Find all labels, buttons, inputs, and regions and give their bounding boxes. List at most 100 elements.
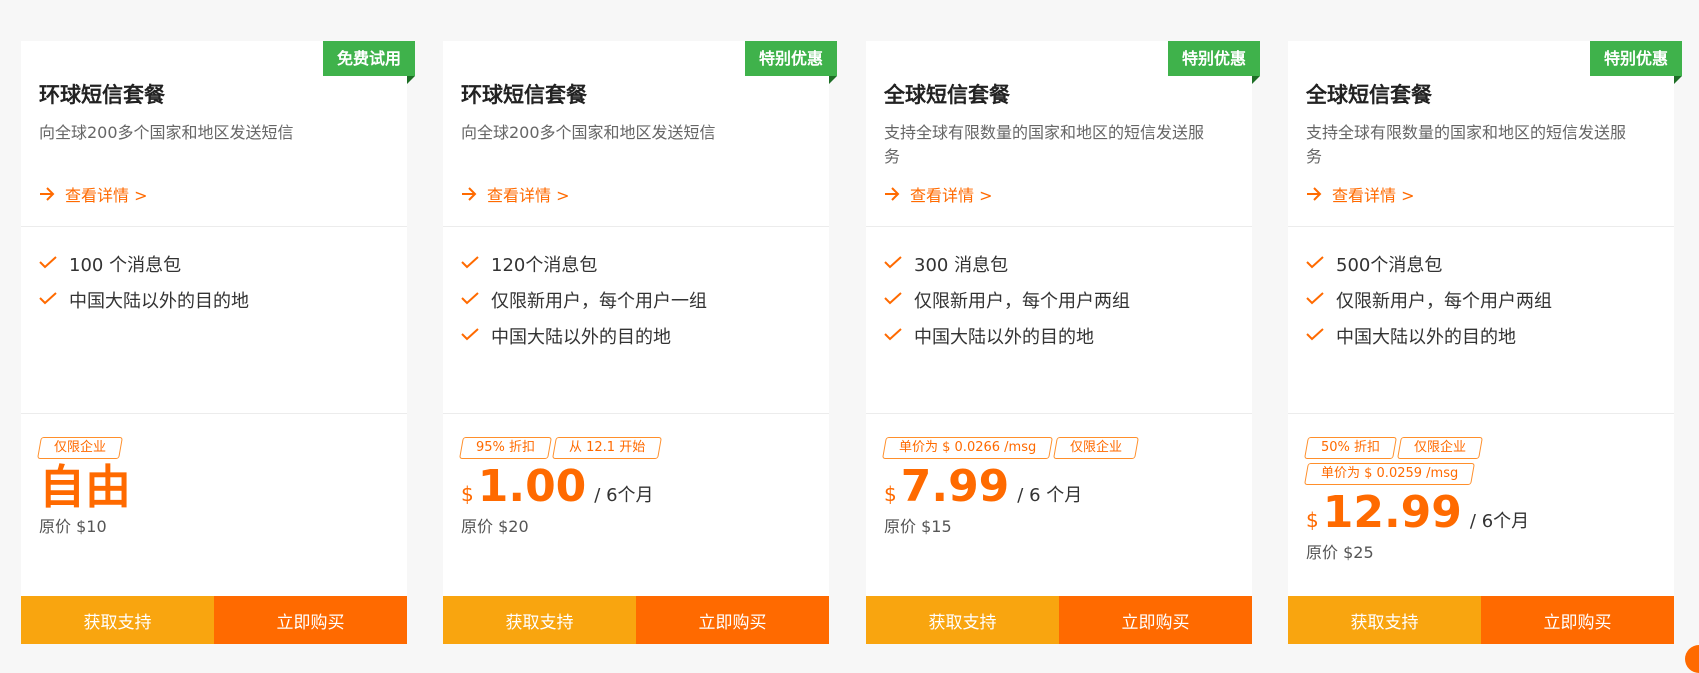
checkmark-icon bbox=[461, 254, 491, 275]
action-buttons: 获取支持 立即购买 bbox=[1288, 596, 1674, 644]
feature-item: 中国大陆以外的目的地 bbox=[461, 318, 707, 354]
feature-item: 100 个消息包 bbox=[39, 246, 249, 282]
price-period: / 6个月 bbox=[594, 485, 654, 506]
checkmark-icon bbox=[461, 290, 491, 311]
promo-ribbon: 特别优惠 bbox=[744, 41, 838, 84]
tag-badge: 单价为 $ 0.0259 /msg bbox=[1304, 463, 1476, 485]
floating-action-button[interactable] bbox=[1685, 645, 1699, 673]
feature-text: 仅限新用户，每个用户一组 bbox=[491, 291, 707, 312]
feature-text: 仅限新用户，每个用户两组 bbox=[914, 291, 1130, 312]
buy-now-button[interactable]: 立即购买 bbox=[214, 596, 407, 644]
price-currency: $ bbox=[884, 482, 897, 506]
tag-badge: 仅限企业 bbox=[1053, 437, 1140, 459]
plan-description: 支持全球有限数量的国家和地区的短信发送服务 bbox=[884, 123, 1205, 166]
divider bbox=[21, 226, 407, 227]
price-area: 仅限企业 自由 原价 $10 bbox=[37, 437, 397, 537]
action-buttons: 获取支持 立即购买 bbox=[21, 596, 407, 644]
plan-title: 环球短信套餐 bbox=[461, 83, 587, 107]
view-details-label: 查看详情 > bbox=[910, 186, 993, 205]
checkmark-icon bbox=[1306, 290, 1336, 311]
tag-badge: 从 12.1 开始 bbox=[552, 437, 663, 459]
feature-text: 300 消息包 bbox=[914, 255, 1009, 276]
view-details-label: 查看详情 > bbox=[487, 186, 570, 205]
price-area: 50% 折扣 仅限企业 单价为 $ 0.0259 /msg $ 12.99 / … bbox=[1304, 437, 1664, 563]
feature-list: 300 消息包 仅限新用户，每个用户两组 中国大陆以外的目的地 bbox=[884, 246, 1130, 354]
divider bbox=[866, 413, 1252, 414]
feature-item: 仅限新用户，每个用户两组 bbox=[1306, 282, 1552, 318]
feature-text: 100 个消息包 bbox=[69, 255, 182, 276]
feature-item: 500个消息包 bbox=[1306, 246, 1552, 282]
price-currency: $ bbox=[1306, 508, 1319, 532]
get-support-button[interactable]: 获取支持 bbox=[443, 596, 636, 644]
divider bbox=[443, 226, 829, 227]
price-area: 单价为 $ 0.0266 /msg 仅限企业 $ 7.99 / 6 个月 原价 … bbox=[882, 437, 1242, 537]
view-details-link[interactable]: 查看详情 > bbox=[39, 182, 148, 206]
checkmark-icon bbox=[39, 254, 69, 275]
get-support-button[interactable]: 获取支持 bbox=[866, 596, 1059, 644]
feature-text: 中国大陆以外的目的地 bbox=[69, 291, 249, 312]
feature-item: 中国大陆以外的目的地 bbox=[884, 318, 1130, 354]
action-buttons: 获取支持 立即购买 bbox=[443, 596, 829, 644]
promo-ribbon: 特别优惠 bbox=[1589, 41, 1683, 84]
price-amount: 12.99 bbox=[1322, 487, 1462, 538]
get-support-button[interactable]: 获取支持 bbox=[21, 596, 214, 644]
checkmark-icon bbox=[1306, 254, 1336, 275]
feature-text: 120个消息包 bbox=[491, 255, 598, 276]
original-price: 原价 $25 bbox=[1306, 543, 1374, 562]
feature-item: 仅限新用户，每个用户一组 bbox=[461, 282, 707, 318]
price-amount: 7.99 bbox=[900, 461, 1010, 512]
view-details-label: 查看详情 > bbox=[1332, 186, 1415, 205]
price-row: 自由 bbox=[39, 461, 397, 513]
tag-badge: 仅限企业 bbox=[37, 437, 123, 459]
tag-group: 50% 折扣 仅限企业 单价为 $ 0.0259 /msg bbox=[1304, 437, 1526, 485]
checkmark-icon bbox=[1306, 326, 1336, 347]
buy-now-button[interactable]: 立即购买 bbox=[1059, 596, 1252, 644]
checkmark-icon bbox=[884, 254, 914, 275]
buy-now-button[interactable]: 立即购买 bbox=[636, 596, 829, 644]
divider bbox=[443, 413, 829, 414]
tag-badge: 仅限企业 bbox=[1397, 437, 1483, 459]
checkmark-icon bbox=[39, 290, 69, 311]
plan-card-2: 特别优惠 环球短信套餐 向全球200多个国家和地区发送短信 查看详情 > 120… bbox=[443, 41, 838, 644]
view-details-link[interactable]: 查看详情 > bbox=[461, 182, 570, 206]
arrow-right-icon bbox=[1306, 187, 1322, 201]
view-details-link[interactable]: 查看详情 > bbox=[884, 182, 993, 206]
arrow-right-icon bbox=[39, 187, 55, 201]
get-support-button[interactable]: 获取支持 bbox=[1288, 596, 1481, 644]
feature-item: 中国大陆以外的目的地 bbox=[39, 282, 249, 318]
arrow-right-icon bbox=[884, 187, 900, 201]
divider bbox=[21, 413, 407, 414]
feature-text: 500个消息包 bbox=[1336, 255, 1443, 276]
feature-text: 中国大陆以外的目的地 bbox=[1336, 327, 1516, 348]
price-row: $ 12.99 / 6个月 bbox=[1306, 487, 1664, 539]
plan-description: 向全球200多个国家和地区发送短信 bbox=[39, 123, 294, 142]
checkmark-icon bbox=[884, 326, 914, 347]
original-price: 原价 $20 bbox=[461, 517, 529, 536]
price-row: $ 7.99 / 6 个月 bbox=[884, 461, 1242, 513]
action-buttons: 获取支持 立即购买 bbox=[866, 596, 1252, 644]
checkmark-icon bbox=[884, 290, 914, 311]
plan-title: 环球短信套餐 bbox=[39, 83, 165, 107]
price-area: 95% 折扣 从 12.1 开始 $ 1.00 / 6个月 原价 $20 bbox=[459, 437, 819, 537]
tag-group: 95% 折扣 从 12.1 开始 bbox=[459, 437, 819, 459]
price-amount: 自由 bbox=[39, 460, 131, 514]
tag-badge: 单价为 $ 0.0266 /msg bbox=[882, 437, 1054, 459]
feature-list: 100 个消息包 中国大陆以外的目的地 bbox=[39, 246, 249, 318]
feature-text: 中国大陆以外的目的地 bbox=[491, 327, 671, 348]
feature-list: 500个消息包 仅限新用户，每个用户两组 中国大陆以外的目的地 bbox=[1306, 246, 1552, 354]
buy-now-button[interactable]: 立即购买 bbox=[1481, 596, 1674, 644]
tag-group: 单价为 $ 0.0266 /msg 仅限企业 bbox=[882, 437, 1242, 459]
promo-ribbon: 免费试用 bbox=[322, 41, 416, 84]
plan-card-4: 特别优惠 全球短信套餐 支持全球有限数量的国家和地区的短信发送服务 查看详情 >… bbox=[1288, 41, 1683, 644]
plan-title: 全球短信套餐 bbox=[1306, 83, 1432, 107]
original-price: 原价 $10 bbox=[39, 517, 107, 536]
feature-item: 120个消息包 bbox=[461, 246, 707, 282]
plan-title: 全球短信套餐 bbox=[884, 83, 1010, 107]
original-price: 原价 $15 bbox=[884, 517, 952, 536]
price-period: / 6个月 bbox=[1469, 511, 1530, 532]
plan-description: 支持全球有限数量的国家和地区的短信发送服务 bbox=[1306, 123, 1627, 166]
arrow-right-icon bbox=[461, 187, 477, 201]
divider bbox=[1288, 413, 1674, 414]
view-details-link[interactable]: 查看详情 > bbox=[1306, 182, 1415, 206]
feature-item: 300 消息包 bbox=[884, 246, 1130, 282]
